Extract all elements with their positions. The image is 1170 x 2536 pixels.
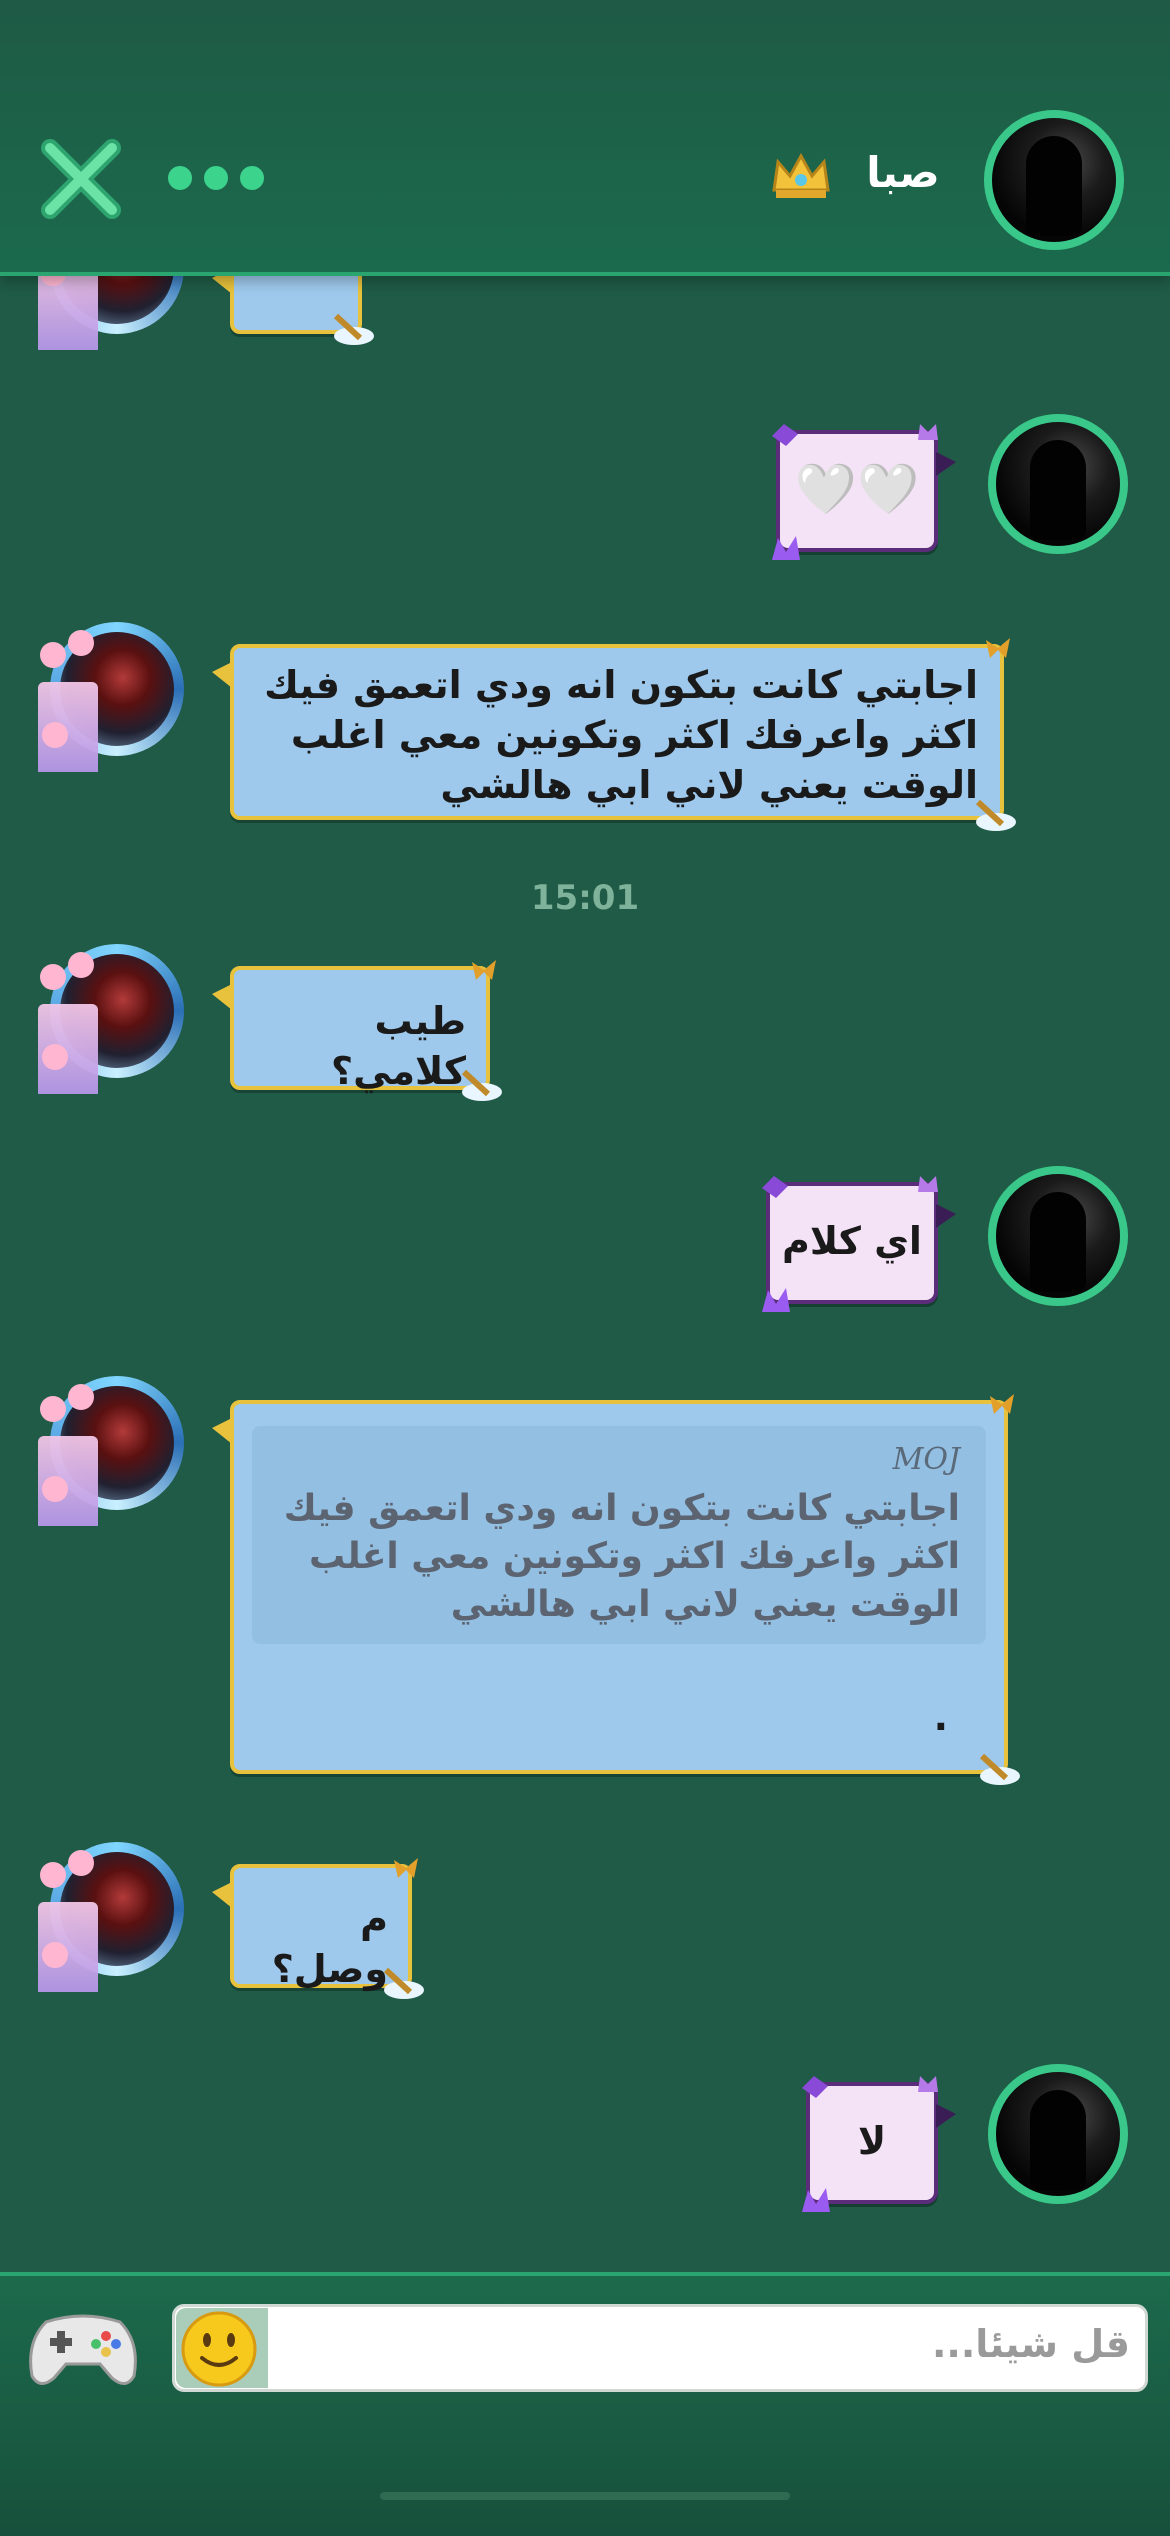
message-input-placeholder: قل شيئا... bbox=[932, 2322, 1130, 2366]
scroll-decoration-icon bbox=[979, 1753, 1020, 1785]
scroll-decoration-icon bbox=[975, 799, 1016, 831]
purple-gem-decoration-icon bbox=[762, 1176, 788, 1198]
sender-avatar[interactable] bbox=[38, 1842, 184, 1992]
scroll-decoration-icon bbox=[333, 313, 374, 345]
message-bubble-incoming[interactable]: م وصل؟ bbox=[212, 1858, 424, 1999]
scroll-decoration-icon bbox=[461, 1069, 502, 1101]
message-bubble-incoming-reply[interactable]: MOJ اجابتي كانت بتكون انه ودي اتعمق فيك … bbox=[212, 1394, 1020, 1785]
purple-flower-decoration-icon bbox=[762, 1288, 790, 1312]
message-row bbox=[38, 944, 184, 1094]
quoted-message[interactable]: MOJ اجابتي كانت بتكون انه ودي اتعمق فيك … bbox=[252, 1426, 986, 1644]
message-row bbox=[988, 2064, 1128, 2204]
gamepad-icon[interactable] bbox=[26, 2302, 140, 2392]
crown-icon bbox=[772, 152, 830, 198]
my-avatar[interactable] bbox=[988, 2064, 1128, 2204]
emoji-smile-icon[interactable] bbox=[180, 2310, 258, 2388]
my-avatar[interactable] bbox=[988, 1166, 1128, 1306]
purple-crown-decoration-icon bbox=[918, 1176, 938, 1192]
purple-flower-decoration-icon bbox=[802, 2188, 830, 2212]
purple-flower-decoration-icon bbox=[772, 536, 800, 560]
message-row bbox=[38, 1842, 184, 1992]
my-avatar[interactable] bbox=[988, 414, 1128, 554]
quoted-text: اجابتي كانت بتكون انه ودي اتعمق فيك اكثر… bbox=[283, 1488, 960, 1625]
message-timestamp: 15:01 bbox=[530, 878, 640, 918]
message-row bbox=[38, 622, 184, 772]
message-row bbox=[988, 1166, 1128, 1306]
scroll-decoration-icon bbox=[383, 1967, 424, 1999]
purple-gem-decoration-icon bbox=[802, 2076, 828, 2098]
close-x-icon[interactable] bbox=[40, 138, 122, 220]
message-row bbox=[38, 1376, 184, 1526]
sender-avatar[interactable] bbox=[38, 1376, 184, 1526]
purple-crown-decoration-icon bbox=[918, 2076, 938, 2092]
message-row bbox=[988, 414, 1128, 554]
purple-gem-decoration-icon bbox=[772, 424, 798, 446]
reply-text: . bbox=[933, 1695, 948, 1739]
more-dots-icon[interactable] bbox=[168, 166, 268, 192]
bow-decoration-icon bbox=[394, 1858, 418, 1878]
bow-decoration-icon bbox=[986, 638, 1010, 658]
contact-name[interactable]: صبا bbox=[848, 148, 958, 208]
bow-decoration-icon bbox=[990, 1394, 1014, 1414]
quoted-author: MOJ bbox=[892, 1442, 960, 1477]
sender-avatar[interactable] bbox=[38, 622, 184, 772]
purple-crown-decoration-icon bbox=[918, 424, 938, 440]
bow-decoration-icon bbox=[472, 960, 496, 980]
message-bubble-outgoing[interactable]: 🤍🤍 bbox=[772, 424, 956, 560]
message-bubble-incoming[interactable]: طيب كلامي؟ bbox=[212, 960, 502, 1101]
message-bubble-outgoing[interactable]: اي كلام bbox=[762, 1176, 956, 1312]
message-bubble-outgoing[interactable]: لا bbox=[802, 2076, 956, 2212]
chat-header: صبا bbox=[0, 0, 1170, 276]
sender-avatar[interactable] bbox=[38, 944, 184, 1094]
contact-avatar[interactable] bbox=[984, 110, 1124, 250]
home-indicator bbox=[380, 2492, 790, 2500]
message-bubble-incoming[interactable]: اجابتي كانت بتكون انه ودي اتعمق فيك اكثر… bbox=[212, 638, 1016, 831]
